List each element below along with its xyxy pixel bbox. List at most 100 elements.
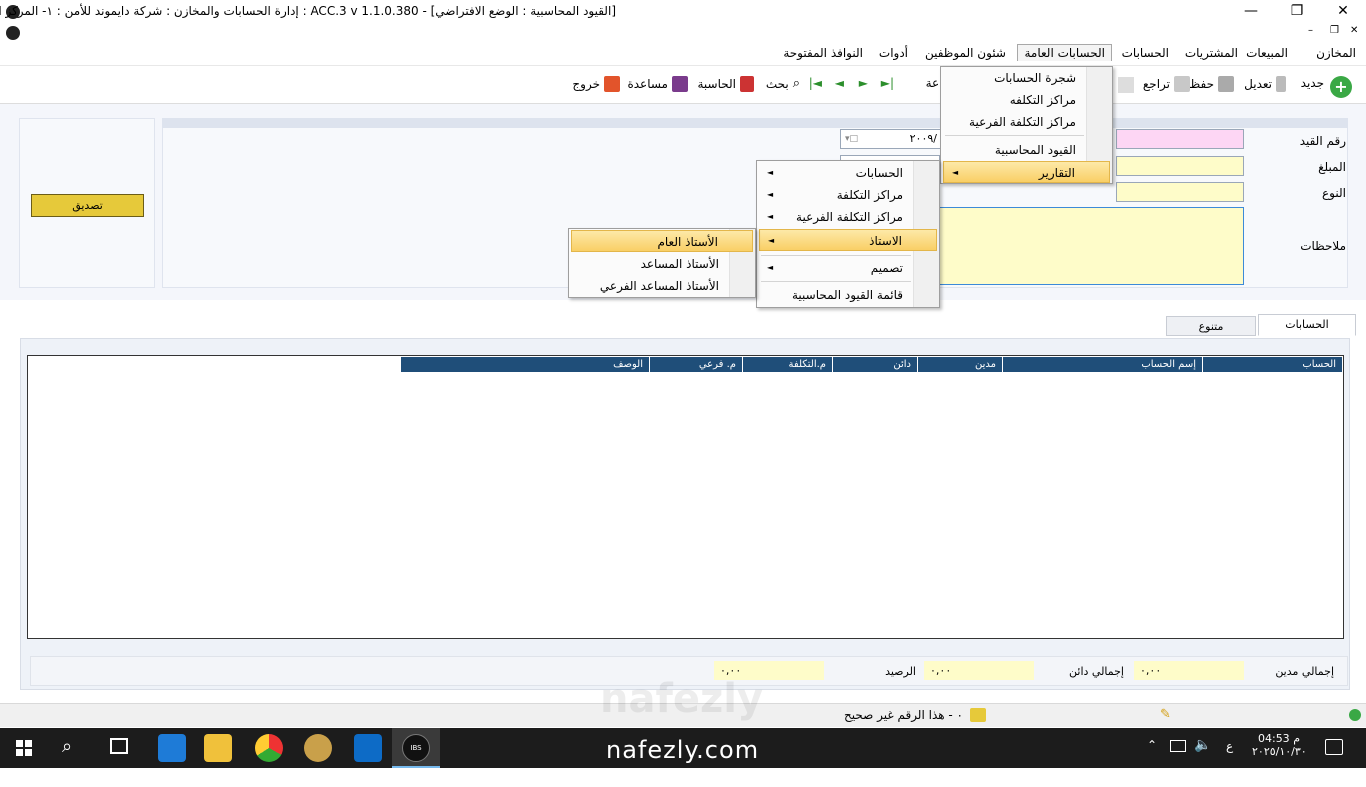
- save-button[interactable]: حفظ: [1189, 76, 1234, 92]
- total-debit-label: إجمالي مدين: [1275, 665, 1334, 678]
- start-button[interactable]: [16, 740, 32, 756]
- close-button[interactable]: ✕: [1320, 0, 1366, 24]
- menu-item-chart-of-accounts[interactable]: شجرة الحسابات: [943, 67, 1110, 89]
- nav-last-button[interactable]: ►|: [881, 76, 894, 90]
- language-indicator[interactable]: ع: [1226, 739, 1233, 753]
- report-item-sub-cost-centers-label: مراكز التكلفة الفرعية: [796, 210, 903, 224]
- edit-button[interactable]: تعديل: [1244, 76, 1286, 92]
- menu-item-reports-label: التقارير: [1038, 166, 1075, 180]
- report-item-ledger[interactable]: الاستاذ ◄: [759, 229, 937, 251]
- watermark-logo: nafezly: [600, 676, 764, 722]
- column-account[interactable]: الحساب: [1202, 357, 1342, 372]
- submenu-arrow-icon: ◄: [767, 212, 774, 221]
- entries-grid[interactable]: [27, 355, 1344, 639]
- status-message: ٠ - هذا الرقم غير صحيح: [844, 708, 963, 722]
- menu-item-journal-entries[interactable]: القيود المحاسبية: [943, 139, 1110, 161]
- volume-icon[interactable]: 🔈: [1194, 737, 1211, 753]
- date-picker[interactable]: ٢٠٠٩/ ▾□: [840, 129, 942, 149]
- calculator-button[interactable]: الحاسبة: [697, 76, 754, 92]
- undo-icon: [1174, 76, 1190, 92]
- report-item-sub-cost-centers[interactable]: مراكز التكلفة الفرعية ◄: [759, 206, 937, 228]
- new-button[interactable]: +: [1330, 76, 1352, 98]
- ledger-submenu: الأستاذ العام الأستاذ المساعد الأستاذ ال…: [568, 228, 756, 298]
- restore-button[interactable]: ❐: [1274, 0, 1320, 24]
- menu-stores[interactable]: المخازن: [1316, 46, 1356, 60]
- column-sub-center[interactable]: م. فرعي: [649, 357, 742, 372]
- tab-misc[interactable]: متنوع: [1166, 316, 1256, 336]
- search-button[interactable]: بحث ⌕: [766, 76, 800, 91]
- amount-field[interactable]: [1116, 156, 1244, 176]
- nav-first-button[interactable]: |◄: [809, 76, 822, 90]
- menu-item-reports[interactable]: التقارير ◄: [943, 161, 1110, 183]
- chevron-up-icon[interactable]: ⌃: [1147, 738, 1157, 752]
- notes-field[interactable]: [936, 207, 1244, 285]
- menu-bar: المخازن المبيعات المشتريات الحسابات الحس…: [0, 42, 1366, 66]
- report-item-accounts[interactable]: الحسابات ◄: [759, 162, 937, 184]
- add-icon: +: [1330, 76, 1352, 98]
- menu-open-windows[interactable]: النوافذ المفتوحة: [783, 46, 863, 60]
- column-credit[interactable]: دائن: [832, 357, 917, 372]
- child-minimize-button[interactable]: –: [1308, 25, 1313, 36]
- approve-button[interactable]: تصديق: [31, 194, 144, 217]
- submenu-arrow-icon: ◄: [952, 168, 959, 177]
- child-close-button[interactable]: ✕: [1350, 25, 1358, 36]
- child-restore-button[interactable]: ❐: [1330, 25, 1339, 36]
- new-label[interactable]: جديد: [1301, 76, 1324, 90]
- minimize-button[interactable]: —: [1228, 0, 1274, 24]
- taskbar: ⌕ IBS ERP nafezly.com ⌃ 🔈 ع 04:53 م ٢٠٢٥…: [0, 728, 1366, 778]
- ledger-item-general[interactable]: الأستاذ العام: [571, 230, 753, 252]
- search-taskbar-icon[interactable]: ⌕: [62, 736, 72, 757]
- menu-general-accounts[interactable]: الحسابات العامة: [1017, 44, 1112, 61]
- task-view-icon[interactable]: [110, 738, 128, 754]
- file-explorer-icon[interactable]: [204, 734, 232, 762]
- column-debit[interactable]: مدين: [917, 357, 1002, 372]
- menu-item-sub-cost-centers[interactable]: مراكز التكلفة الفرعية: [943, 111, 1110, 133]
- page-icon[interactable]: [1118, 77, 1134, 93]
- network-icon[interactable]: [1170, 740, 1186, 752]
- grid-header: الحساب إسم الحساب مدين دائن م.التكلفة م.…: [400, 357, 1342, 372]
- undo-button[interactable]: تراجع: [1143, 76, 1190, 92]
- clock[interactable]: 04:53 م ٢٠٢٥/١٠/٣٠: [1252, 732, 1307, 758]
- dropdown-icon: ▾□: [845, 134, 859, 144]
- help-button[interactable]: مساعدة: [627, 76, 688, 92]
- edge-icon[interactable]: [158, 734, 186, 762]
- pencil-icon: [1276, 76, 1286, 92]
- menu-hr[interactable]: شئون الموظفين: [925, 46, 1006, 60]
- balance-label: الرصيد: [885, 665, 916, 678]
- menu-purchases[interactable]: المشتريات: [1185, 46, 1238, 60]
- child-window-icon[interactable]: [6, 26, 20, 40]
- first-record-icon: |◄: [808, 76, 822, 90]
- menu-item-cost-centers[interactable]: مراكز التكلفه: [943, 89, 1110, 111]
- entry-no-field[interactable]: [1116, 129, 1244, 149]
- last-record-icon: ►|: [880, 76, 894, 90]
- column-cost-center[interactable]: م.التكلفة: [742, 357, 832, 372]
- calculator-label: الحاسبة: [697, 77, 736, 91]
- report-item-ledger-label: الاستاذ: [869, 234, 902, 248]
- report-item-cost-centers[interactable]: مراكز التكلفة ◄: [759, 184, 937, 206]
- ledger-item-subsidiary[interactable]: الأستاذ المساعد: [571, 253, 753, 275]
- report-item-cost-centers-label: مراكز التكلفة: [836, 188, 903, 202]
- next-record-icon: ►: [858, 76, 868, 90]
- menu-accounts[interactable]: الحسابات: [1122, 46, 1169, 60]
- app-coin-icon[interactable]: [304, 734, 332, 762]
- nav-prev-button[interactable]: ◄: [835, 76, 844, 90]
- column-description[interactable]: الوصف: [400, 357, 649, 372]
- outlook-icon[interactable]: [354, 734, 382, 762]
- type-field[interactable]: [1116, 182, 1244, 202]
- clock-date: ٢٠٢٥/١٠/٣٠: [1252, 745, 1307, 758]
- status-add-icon[interactable]: [1349, 709, 1361, 721]
- exit-button[interactable]: خروج: [572, 76, 620, 92]
- column-account-name[interactable]: إسم الحساب: [1002, 357, 1202, 372]
- report-item-design[interactable]: تصميم ◄: [759, 257, 937, 279]
- notifications-icon[interactable]: [1325, 739, 1343, 755]
- ledger-item-sub-subsidiary[interactable]: الأستاذ المساعد الفرعي: [571, 275, 753, 297]
- submenu-arrow-icon: ◄: [767, 190, 774, 199]
- erp-taskbar-button[interactable]: IBS ERP: [392, 728, 440, 778]
- chrome-icon[interactable]: [255, 734, 283, 762]
- menu-sales[interactable]: المبيعات: [1246, 46, 1288, 60]
- nav-next-button[interactable]: ►: [859, 76, 868, 90]
- menu-tools[interactable]: أدوات: [879, 46, 908, 60]
- tab-accounts[interactable]: الحسابات: [1258, 314, 1356, 336]
- report-item-accounts-label: الحسابات: [855, 166, 903, 180]
- report-item-journal-list[interactable]: قائمة القيود المحاسبية: [759, 284, 937, 306]
